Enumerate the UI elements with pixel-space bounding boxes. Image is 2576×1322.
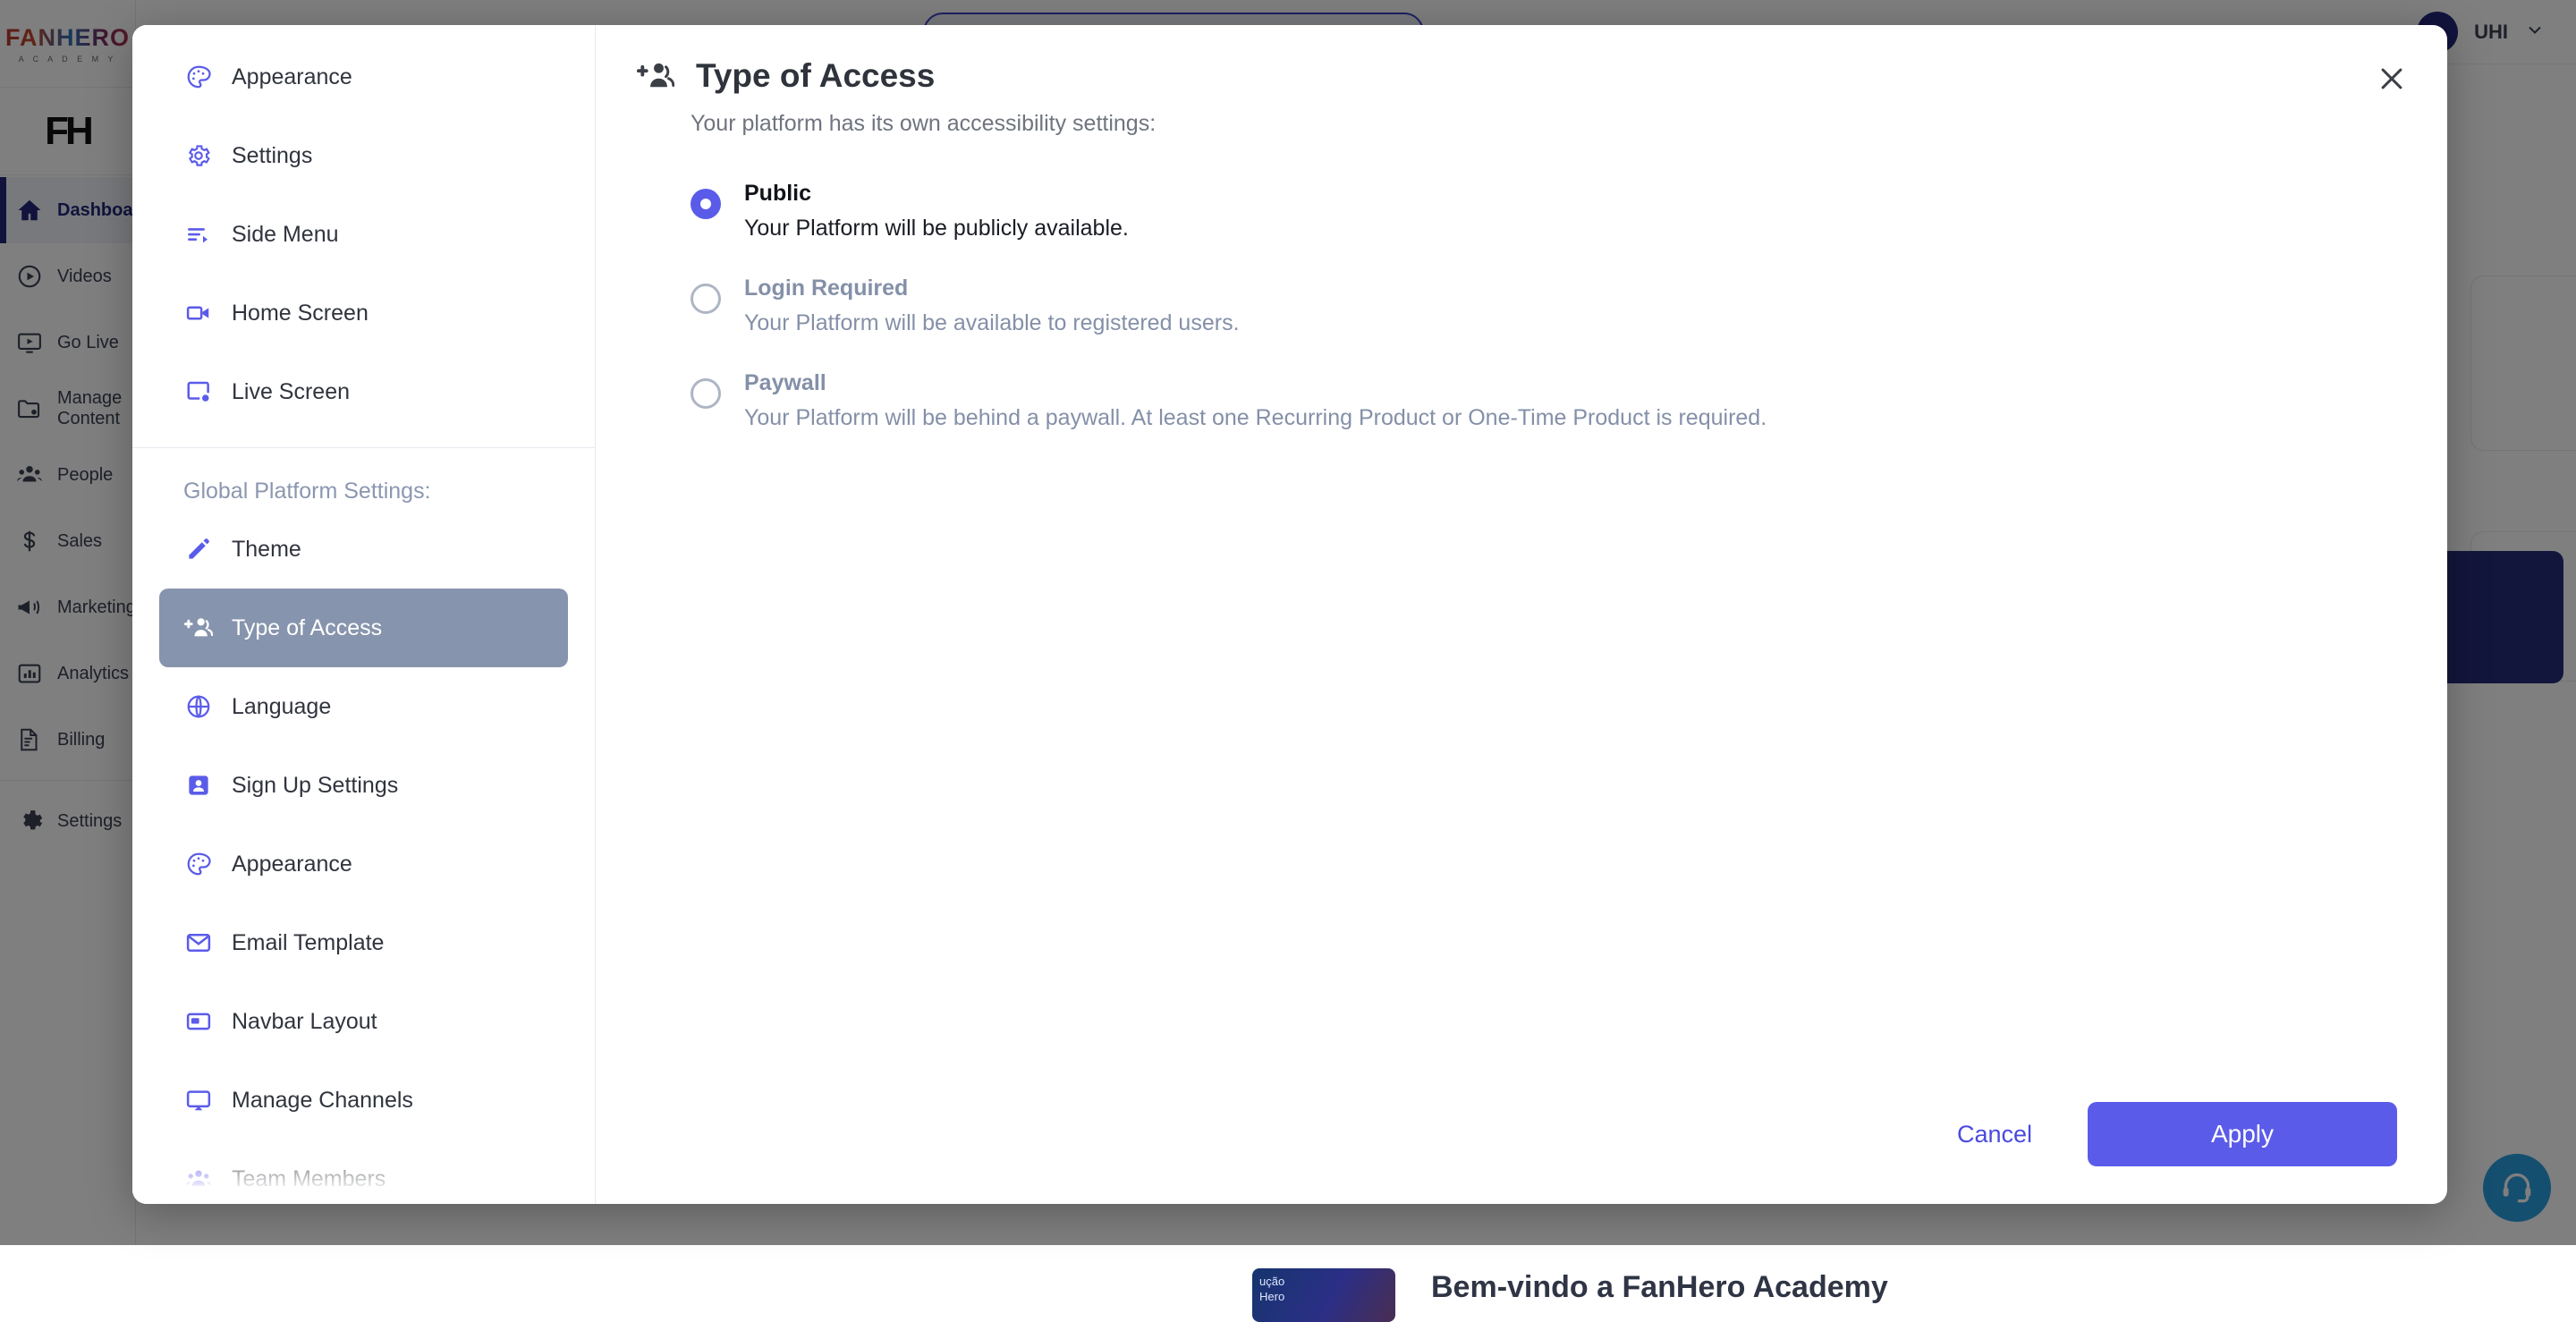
live-screen-icon: [183, 377, 214, 407]
add-people-icon: [183, 613, 214, 643]
modal-content: Type of Access Your platform has its own…: [596, 25, 2447, 1204]
modal-nav-label: Home Screen: [232, 301, 369, 326]
radio-public[interactable]: [691, 189, 721, 219]
radio-login-required[interactable]: [691, 284, 721, 314]
navbar-layout-icon: [183, 1006, 214, 1037]
modal-sidebar-group-heading: Global Platform Settings:: [132, 448, 595, 510]
page-subtitle: Your platform has its own accessibility …: [691, 111, 2397, 137]
apply-button[interactable]: Apply: [2088, 1102, 2397, 1166]
palette-icon: [183, 62, 214, 92]
hero-thumbnail: ução Hero: [1252, 1268, 1395, 1322]
radio-option-text: Paywall Your Platform will be behind a p…: [744, 366, 1767, 434]
manage-channels-icon: [183, 1085, 214, 1115]
modal-nav-label: Email Template: [232, 930, 384, 956]
radio-label: Login Required: [744, 275, 908, 301]
modal-footer: Cancel Apply: [1937, 1102, 2397, 1166]
radio-description: Your Platform will be publicly available…: [744, 212, 1129, 244]
globe-icon: [183, 691, 214, 722]
pencil-icon: [183, 534, 214, 564]
modal-nav-label: Navbar Layout: [232, 1009, 377, 1035]
modal-nav-label: Sign Up Settings: [232, 773, 398, 799]
radio-option-text: Public Your Platform will be publicly av…: [744, 176, 1129, 244]
modal-nav-label: Theme: [232, 537, 301, 563]
modal-nav-label: Appearance: [232, 852, 352, 877]
modal-sidebar: Appearance Settings Si: [132, 25, 596, 1204]
modal-nav-label: Side Menu: [232, 222, 339, 248]
modal-nav-home-screen[interactable]: Home Screen: [159, 274, 568, 352]
modal-nav-label: Live Screen: [232, 379, 350, 405]
cancel-button[interactable]: Cancel: [1937, 1108, 2052, 1161]
radio-option-public[interactable]: Public Your Platform will be publicly av…: [691, 176, 2397, 244]
modal-nav-email-template[interactable]: Email Template: [159, 903, 568, 982]
content-title-row: Type of Access: [635, 55, 2397, 97]
modal-nav-label: Team Members: [232, 1166, 386, 1192]
palette-icon: [183, 849, 214, 879]
modal-nav-label: Language: [232, 694, 331, 720]
modal-nav-manage-channels[interactable]: Manage Channels: [159, 1061, 568, 1140]
radio-option-text: Login Required Your Platform will be ava…: [744, 271, 1240, 339]
radio-paywall[interactable]: [691, 378, 721, 409]
user-badge-icon: [183, 770, 214, 801]
radio-description: Your Platform will be behind a paywall. …: [744, 402, 1767, 434]
modal-nav-live-screen[interactable]: Live Screen: [159, 352, 568, 431]
modal-nav-label: Type of Access: [232, 615, 382, 641]
modal-nav-label: Manage Channels: [232, 1088, 413, 1114]
modal-nav-label: Appearance: [232, 64, 352, 90]
modal-nav-language[interactable]: Language: [159, 667, 568, 746]
modal-nav-theme[interactable]: Theme: [159, 510, 568, 589]
close-icon[interactable]: [2372, 59, 2411, 98]
page-title: Type of Access: [696, 57, 935, 95]
modal-nav-navbar-layout[interactable]: Navbar Layout: [159, 982, 568, 1061]
side-menu-icon: [183, 219, 214, 250]
modal-sidebar-top-group: Appearance Settings Si: [132, 25, 595, 440]
hero-title: Bem-vindo a FanHero Academy: [1431, 1270, 1888, 1305]
modal-nav-sign-up-settings[interactable]: Sign Up Settings: [159, 746, 568, 825]
hero-thumbnail-caption: ução Hero: [1259, 1274, 1284, 1304]
radio-label: Public: [744, 181, 811, 206]
modal-nav-label: Settings: [232, 143, 312, 169]
team-members-icon: [183, 1164, 214, 1194]
access-type-radio-group: Public Your Platform will be publicly av…: [691, 176, 2397, 434]
video-camera-icon: [183, 298, 214, 328]
modal-nav-type-of-access[interactable]: Type of Access: [159, 589, 568, 667]
modal-nav-team-members[interactable]: Team Members: [159, 1140, 568, 1204]
radio-option-login-required[interactable]: Login Required Your Platform will be ava…: [691, 271, 2397, 339]
add-people-icon: [635, 55, 676, 97]
radio-label: Paywall: [744, 370, 826, 395]
modal-sidebar-global-group: Theme Type of Access: [132, 510, 595, 1204]
gear-icon: [183, 140, 214, 171]
modal-nav-appearance[interactable]: Appearance: [159, 38, 568, 116]
radio-description: Your Platform will be available to regis…: [744, 307, 1240, 339]
modal-nav-settings[interactable]: Settings: [159, 116, 568, 195]
modal-nav-side-menu[interactable]: Side Menu: [159, 195, 568, 274]
envelope-icon: [183, 928, 214, 958]
modal-nav-appearance-global[interactable]: Appearance: [159, 825, 568, 903]
hero-banner: ução Hero Bem-vindo a FanHero Academy: [1252, 1261, 2326, 1315]
platform-settings-modal: Appearance Settings Si: [132, 25, 2447, 1204]
radio-option-paywall[interactable]: Paywall Your Platform will be behind a p…: [691, 366, 2397, 434]
